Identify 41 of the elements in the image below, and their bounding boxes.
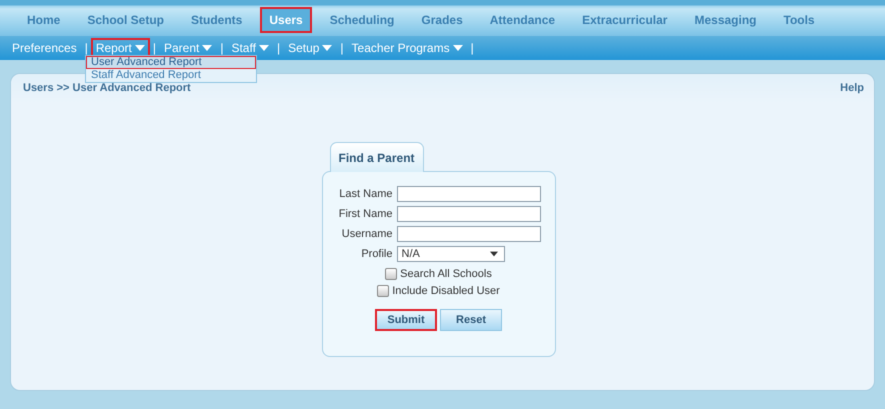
menu-item[interactable]: Staff Advanced Report — [86, 69, 256, 82]
input-field[interactable] — [396, 186, 540, 202]
separator: | — [152, 41, 156, 55]
nav-tab[interactable]: Home — [18, 7, 70, 33]
menu-link[interactable]: Parent — [158, 38, 218, 58]
nav-tab[interactable]: Scheduling — [320, 7, 404, 33]
menu-link[interactable]: Teacher Programs — [346, 38, 468, 58]
nav-tab[interactable]: Extracurricular — [573, 7, 676, 33]
separator: | — [340, 41, 344, 55]
menu-link[interactable]: Preferences — [7, 38, 82, 58]
help-link[interactable]: Help — [840, 82, 864, 104]
caret-icon — [490, 251, 498, 257]
separator: | — [220, 41, 224, 55]
separator: | — [84, 41, 88, 55]
profile-select[interactable]: N/A — [396, 246, 504, 262]
nav-tab[interactable]: Users — [260, 7, 312, 33]
nav-tab[interactable]: Grades — [412, 7, 472, 33]
menu-item[interactable]: User Advanced Report — [86, 56, 256, 69]
separator: | — [276, 41, 280, 55]
nav-tab[interactable]: Attendance — [480, 7, 564, 33]
checkbox[interactable] — [385, 268, 398, 280]
field-label: Profile — [360, 248, 392, 260]
input-field[interactable] — [396, 226, 540, 242]
nav-tab[interactable]: Tools — [774, 7, 824, 33]
form-tab[interactable]: Find a Parent — [330, 142, 424, 172]
checkbox[interactable] — [377, 285, 390, 297]
separator: | — [470, 41, 474, 55]
field-label: Last Name — [338, 188, 392, 200]
checkbox-label: Include Disabled User — [392, 285, 500, 297]
form-button[interactable]: Reset — [440, 309, 502, 331]
nav-tab[interactable]: Students — [182, 7, 252, 33]
form-button[interactable]: Submit — [375, 309, 437, 331]
input-field[interactable] — [396, 206, 540, 222]
nav-tab[interactable]: Messaging — [685, 7, 766, 33]
nav-tab[interactable]: School Setup — [78, 7, 174, 33]
field-label: First Name — [338, 208, 392, 220]
checkbox-label: Search All Schools — [400, 268, 492, 280]
menu-link[interactable]: Setup — [283, 38, 338, 58]
menu-link[interactable]: Staff — [226, 38, 274, 58]
field-label: Username — [340, 228, 392, 240]
breadcrumb: Users >> User Advanced Report — [23, 82, 191, 96]
